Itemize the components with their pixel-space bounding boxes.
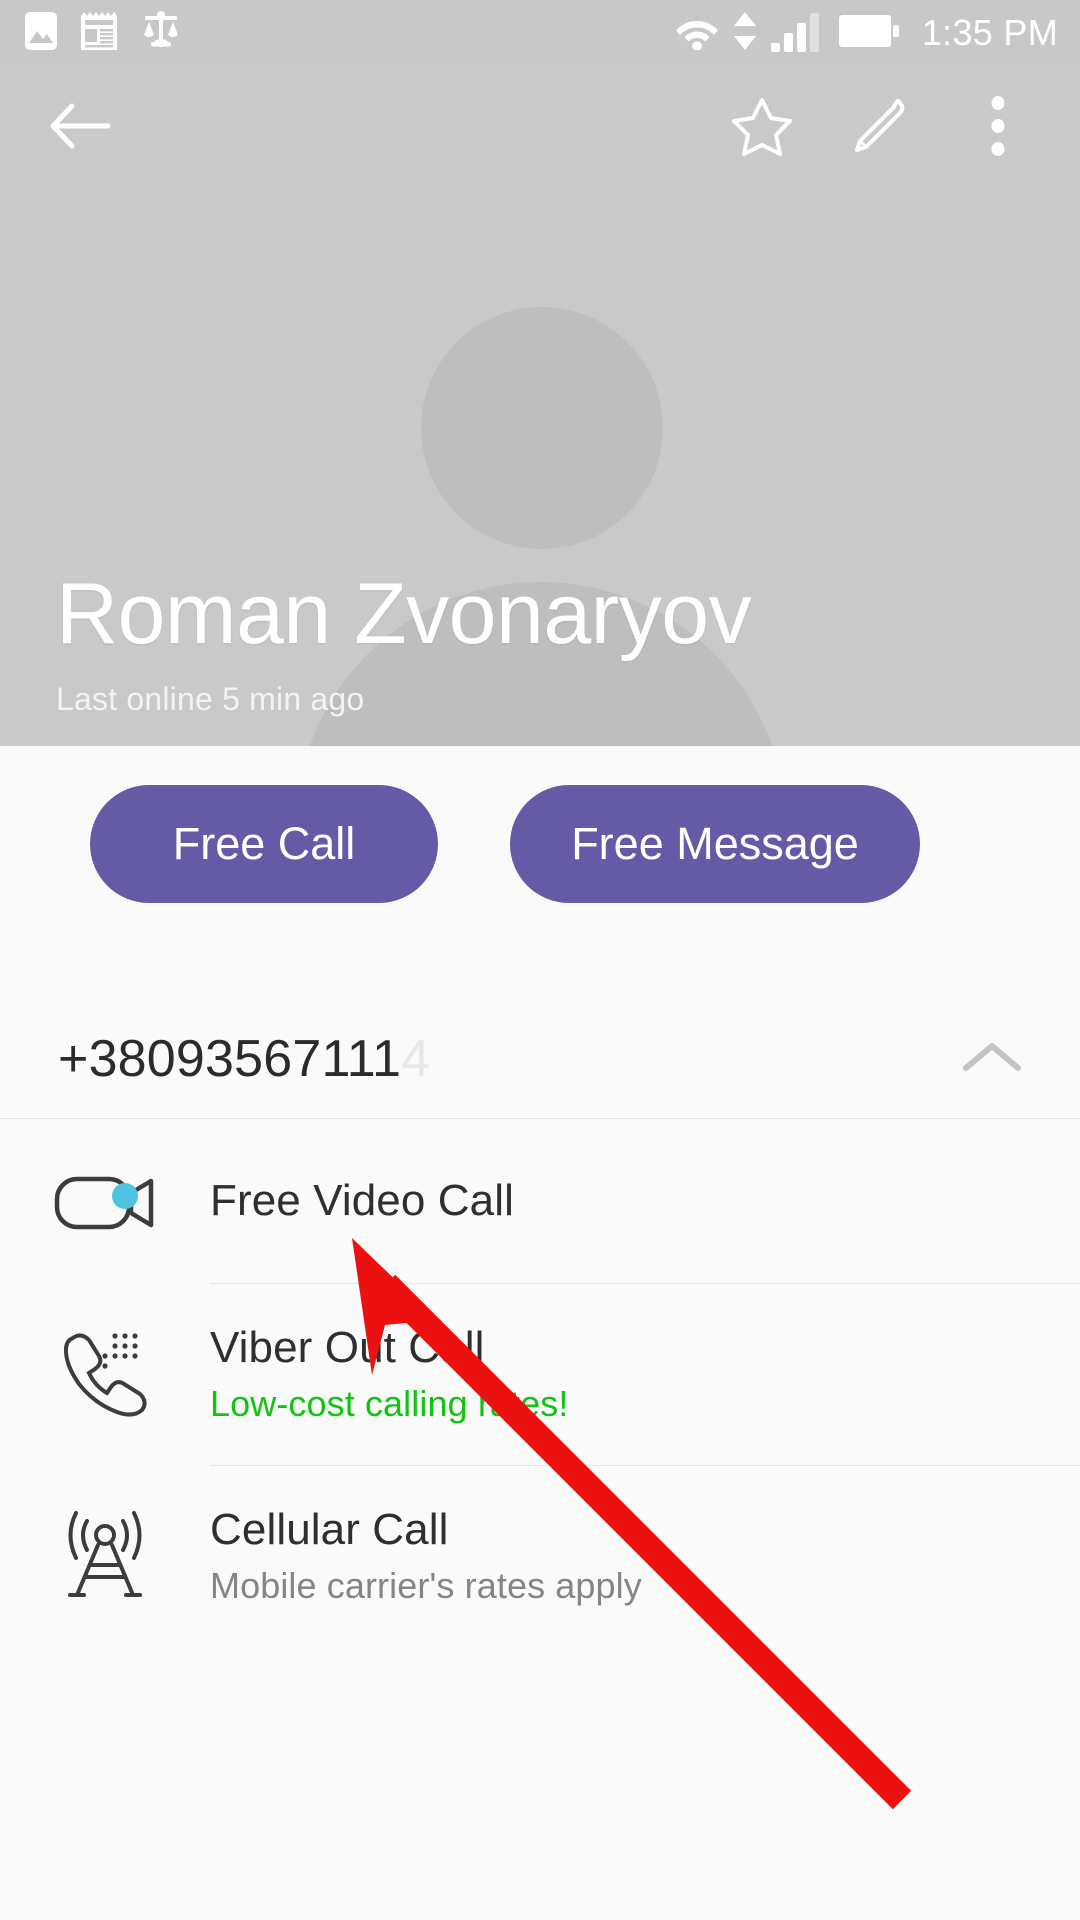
app-bar-actions (726, 92, 1056, 164)
signal-icon (770, 10, 826, 57)
option-subtitle: Mobile carrier's rates apply (210, 1565, 642, 1607)
option-title: Free Video Call (210, 1175, 514, 1225)
primary-actions: Free Call Free Message (0, 746, 1080, 942)
avatar-placeholder-head (421, 307, 663, 549)
cell-tower-icon (57, 1507, 153, 1606)
overflow-menu-button[interactable] (962, 92, 1034, 164)
option-text: Viber Out Call Low-cost calling rates! (210, 1323, 568, 1426)
call-options-list: Free Video Call Viber Out Call Low-cost … (0, 1119, 1080, 1647)
phone-number-trailing: 4 (401, 1030, 431, 1088)
app-bar (0, 66, 1080, 190)
option-text: Free Video Call (210, 1176, 514, 1227)
option-title: Cellular Call (210, 1504, 449, 1554)
option-title: Viber Out Call (210, 1322, 485, 1372)
free-call-button[interactable]: Free Call (90, 785, 438, 903)
status-bar: 1:35 PM (0, 0, 1080, 66)
more-vertical-icon (990, 95, 1006, 162)
option-icon-slot (0, 1163, 210, 1240)
option-subtitle: Low-cost calling rates! (210, 1383, 569, 1425)
option-icon-slot (0, 1326, 210, 1423)
chevron-up-icon (961, 1037, 1023, 1082)
status-bar-left-icons (24, 10, 182, 56)
status-bar-clock: 1:35 PM (921, 12, 1058, 53)
pencil-icon (850, 96, 910, 161)
viber-out-call-option[interactable]: Viber Out Call Low-cost calling rates! (0, 1283, 1080, 1465)
back-button[interactable] (44, 92, 116, 164)
option-text: Cellular Call Mobile carrier's rates app… (210, 1505, 642, 1608)
favorite-button[interactable] (726, 92, 798, 164)
contact-identity: Roman Zvonaryov Last online 5 min ago (56, 566, 752, 718)
scale-icon (140, 10, 182, 56)
edit-button[interactable] (844, 92, 916, 164)
back-arrow-icon (48, 98, 112, 159)
option-divider (210, 1465, 1080, 1466)
phone-number-row[interactable]: +380935671114 (0, 1000, 1080, 1118)
cellular-call-option[interactable]: Cellular Call Mobile carrier's rates app… (0, 1465, 1080, 1647)
star-icon (731, 96, 793, 161)
video-camera-icon (53, 1163, 157, 1240)
presence-status: Last online 5 min ago (56, 681, 365, 717)
free-message-button[interactable]: Free Message (510, 785, 920, 903)
phone-number-value: +38093567111 (58, 1030, 402, 1088)
battery-icon (838, 11, 900, 56)
wifi-icon (674, 12, 720, 55)
news-icon (80, 11, 118, 56)
option-divider (210, 1283, 1080, 1284)
phone-keypad-icon (57, 1326, 153, 1423)
option-icon-slot (0, 1507, 210, 1606)
phone-number-text: +380935671114 (58, 1029, 430, 1089)
contact-hero: Roman Zvonaryov Last online 5 min ago (0, 66, 1080, 746)
free-video-call-option[interactable]: Free Video Call (0, 1119, 1080, 1283)
status-bar-right-icons: 1:35 PM (674, 10, 1058, 57)
phone-screen: 1:35 PM Roman Zvonaryov Last online 5 mi… (0, 0, 1080, 1920)
image-icon (24, 11, 58, 56)
new-feature-dot (112, 1182, 138, 1209)
data-transfer-icon (732, 10, 758, 57)
collapse-toggle[interactable] (956, 1023, 1028, 1095)
contact-name: Roman Zvonaryov (56, 566, 752, 662)
